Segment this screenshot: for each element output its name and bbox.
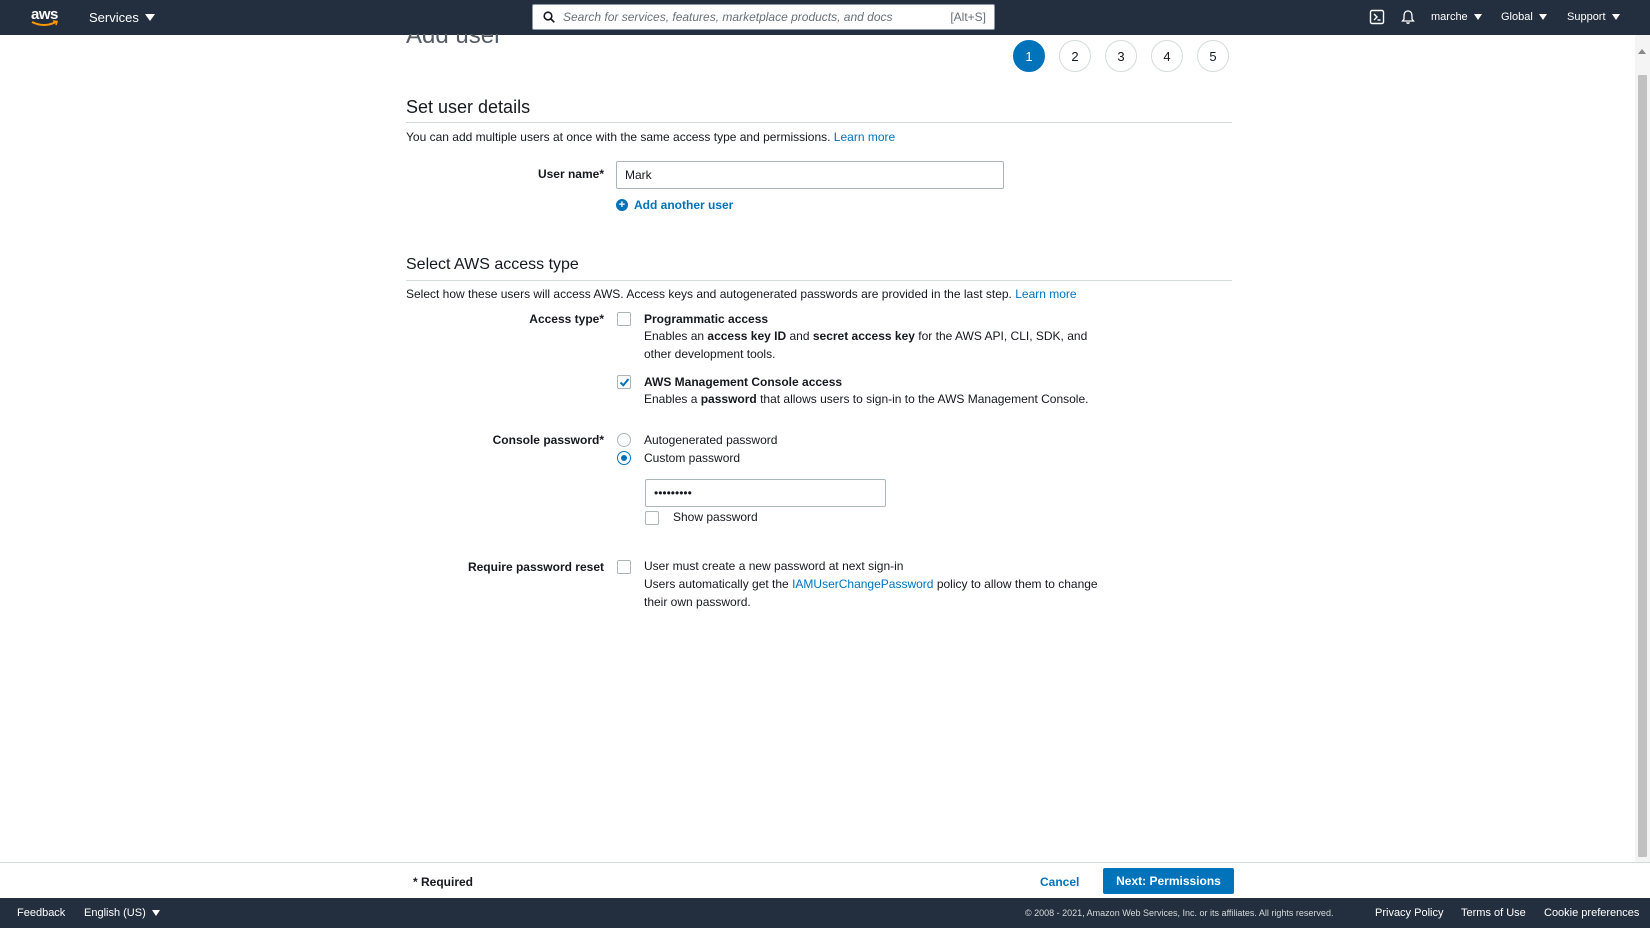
- desc-bold-text: secret access key: [812, 329, 915, 343]
- desc-text: Enables a: [644, 392, 698, 406]
- aws-logo[interactable]: aws: [30, 6, 62, 28]
- step-5[interactable]: 5: [1197, 40, 1229, 72]
- autogenerated-password-label: Autogenerated password: [644, 433, 778, 447]
- step-1[interactable]: 1: [1013, 40, 1045, 72]
- desc-text: for the AWS API, CLI, SDK, and: [918, 329, 1088, 343]
- show-password-label: Show password: [673, 510, 758, 524]
- custom-password-label: Custom password: [644, 451, 741, 465]
- language-selector[interactable]: English (US): [84, 907, 160, 919]
- wizard-steps: 1 2 3 4 5: [1013, 40, 1229, 72]
- services-menu-button[interactable]: Services: [89, 10, 155, 25]
- scroll-up-arrow-icon[interactable]: [1638, 49, 1646, 54]
- scroll-thumb[interactable]: [1638, 75, 1647, 857]
- password-reset-description: Users automatically get the IAMUserChang…: [644, 575, 1114, 611]
- autogenerated-password-radio[interactable]: [617, 433, 631, 447]
- support-menu-label: Support: [1567, 11, 1606, 23]
- region-menu-label: Global: [1501, 11, 1533, 23]
- caret-down-icon: [151, 910, 160, 916]
- require-password-reset-option: User must create a new password at next …: [644, 559, 904, 573]
- console-access-description: Enables a password that allows users to …: [644, 390, 1124, 408]
- search-box[interactable]: [Alt+S]: [532, 4, 995, 30]
- programmatic-access-checkbox[interactable]: [617, 312, 631, 326]
- require-password-reset-label: Require password reset: [467, 560, 604, 574]
- access-type-description-text: Select how these users will access AWS. …: [406, 287, 1012, 301]
- learn-more-link[interactable]: Learn more: [834, 130, 895, 144]
- checkmark-icon: [619, 378, 630, 387]
- desc-bold-text: access key ID: [707, 329, 787, 343]
- required-note: * Required: [413, 875, 474, 889]
- services-label: Services: [89, 10, 139, 25]
- feedback-link[interactable]: Feedback: [17, 907, 65, 919]
- next-permissions-button[interactable]: Next: Permissions: [1103, 868, 1234, 894]
- learn-more-link[interactable]: Learn more: [1015, 287, 1076, 301]
- custom-password-input[interactable]: [645, 479, 886, 507]
- bell-icon[interactable]: [1400, 9, 1416, 25]
- user-details-description-text: You can add multiple users at once with …: [406, 130, 831, 144]
- programmatic-access-description: Enables an access key ID and secret acce…: [644, 327, 1104, 363]
- plus-circle-icon: +: [616, 199, 628, 211]
- privacy-policy-link[interactable]: Privacy Policy: [1375, 907, 1443, 919]
- divider: [406, 280, 1232, 281]
- search-shortcut-hint: [Alt+S]: [950, 10, 986, 24]
- caret-down-icon: [1611, 14, 1620, 20]
- wizard-action-bar: * Required Cancel Next: Permissions: [0, 862, 1650, 898]
- caret-down-icon: [1538, 14, 1547, 20]
- add-another-user-label: Add another user: [634, 198, 734, 212]
- copyright-text: © 2008 - 2021, Amazon Web Services, Inc.…: [1025, 908, 1334, 918]
- step-3[interactable]: 3: [1105, 40, 1137, 72]
- desc-text: and: [789, 329, 810, 343]
- caret-down-icon: [1473, 14, 1482, 20]
- user-name-label: User name*: [537, 167, 604, 181]
- divider: [406, 122, 1232, 123]
- access-type-description: Select how these users will access AWS. …: [406, 287, 1077, 301]
- require-password-reset-checkbox[interactable]: [617, 560, 631, 574]
- user-details-description: You can add multiple users at once with …: [406, 130, 895, 144]
- region-menu[interactable]: Global: [1501, 11, 1547, 23]
- console-password-label: Console password*: [492, 433, 604, 447]
- show-password-checkbox[interactable]: [645, 511, 659, 525]
- desc-text: their own password.: [644, 595, 751, 609]
- access-type-label: Access type*: [529, 312, 604, 326]
- access-type-heading: Select AWS access type: [406, 256, 579, 273]
- cancel-button[interactable]: Cancel: [1040, 875, 1079, 889]
- cloudshell-icon[interactable]: [1369, 9, 1385, 25]
- page-scrollbar[interactable]: [1635, 35, 1650, 863]
- console-access-checkbox[interactable]: [617, 375, 631, 389]
- terms-of-use-link[interactable]: Terms of Use: [1461, 907, 1526, 919]
- search-input[interactable]: [563, 5, 923, 29]
- top-navigation-bar: aws Services [Alt+S] marche Global Suppo…: [0, 0, 1650, 35]
- desc-text: Users automatically get the: [644, 577, 789, 591]
- desc-text: Enables an: [644, 329, 705, 343]
- user-name-input[interactable]: [616, 161, 1004, 189]
- custom-password-radio[interactable]: [617, 451, 631, 465]
- support-menu[interactable]: Support: [1567, 11, 1620, 23]
- add-another-user-button[interactable]: + Add another user: [616, 198, 733, 212]
- page-title: Add user: [406, 34, 502, 62]
- user-details-heading: Set user details: [406, 97, 531, 117]
- desc-text: that allows users to sign-in to the AWS …: [760, 392, 1089, 406]
- console-access-title: AWS Management Console access: [644, 375, 843, 389]
- user-menu-label: marche: [1431, 11, 1468, 23]
- desc-text: other development tools.: [644, 347, 776, 361]
- aws-smile-icon: [31, 20, 58, 26]
- programmatic-access-title: Programmatic access: [644, 312, 769, 326]
- step-4[interactable]: 4: [1151, 40, 1183, 72]
- search-icon: [543, 11, 555, 23]
- cookie-preferences-link[interactable]: Cookie preferences: [1544, 907, 1639, 919]
- language-label: English (US): [84, 907, 146, 919]
- caret-down-icon: [144, 14, 155, 21]
- console-footer: Feedback English (US) © 2008 - 2021, Ama…: [0, 898, 1650, 928]
- page-title-text: Add user: [406, 34, 503, 49]
- desc-text: policy to allow them to change: [936, 577, 1098, 591]
- iam-user-change-password-link[interactable]: IAMUserChangePassword: [792, 577, 933, 591]
- desc-bold-text: password: [700, 392, 757, 406]
- user-menu[interactable]: marche: [1431, 11, 1482, 23]
- step-2[interactable]: 2: [1059, 40, 1091, 72]
